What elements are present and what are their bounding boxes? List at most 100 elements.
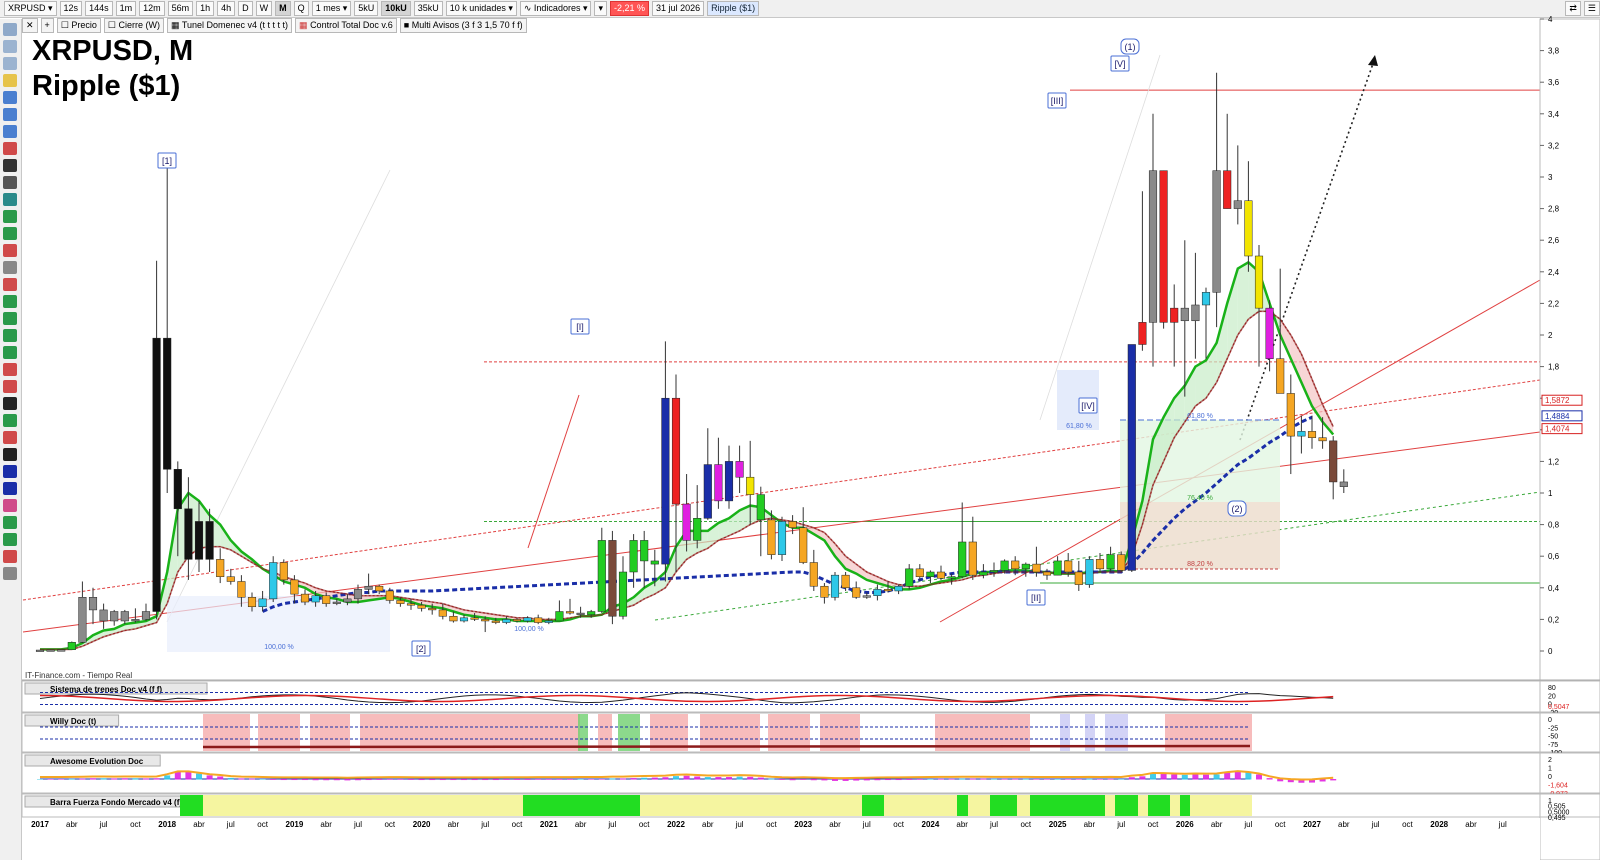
line-red-icon[interactable]: [3, 380, 17, 393]
x-tick-label: oct: [1148, 820, 1159, 829]
tf-56m[interactable]: 56m: [167, 1, 194, 16]
candle-body: [587, 611, 596, 615]
line-tool-icon[interactable]: [3, 91, 17, 104]
tf-q[interactable]: Q: [293, 1, 309, 16]
check-icon[interactable]: [3, 516, 17, 529]
ao-bar: [535, 779, 542, 780]
x-tick-label: abr: [193, 820, 205, 829]
candle: [565, 598, 575, 615]
wave-label-text: [V]: [1114, 59, 1125, 69]
tunnel-fill: [358, 595, 369, 603]
candle: [1244, 161, 1253, 272]
candle-body: [724, 461, 734, 502]
x-tick-label: abr: [66, 820, 78, 829]
price-chart[interactable]: 100,00 % 100,00 % 61,80 % 61,80 % 76,40 % 88,…: [0, 0, 1600, 860]
candle: [1011, 556, 1020, 576]
y-tick-label: 1,8: [1548, 363, 1560, 372]
tunnel-fill: [1174, 385, 1185, 438]
magnifier-icon[interactable]: [3, 57, 17, 70]
ind-tunel[interactable]: ▦ Tunel Domenec v4 (t t t t t): [166, 18, 293, 33]
candle-body: [1127, 344, 1136, 571]
hline-tool-2-icon[interactable]: [3, 227, 17, 240]
tunnel-fill: [739, 505, 751, 531]
line-black-icon[interactable]: [3, 397, 17, 410]
add-indicator-button[interactable]: +: [40, 18, 54, 33]
candle-body: [862, 595, 871, 598]
willy-line: [202, 744, 1251, 749]
warning-icon[interactable]: [3, 550, 17, 563]
tf-4h[interactable]: 4h: [217, 1, 236, 16]
x-tick-label: jul: [1116, 820, 1125, 829]
close-chart-button[interactable]: ✕: [22, 18, 38, 33]
tunnel-fill: [1195, 360, 1206, 407]
settings-icon[interactable]: [3, 567, 17, 580]
ind-multi[interactable]: ■ Multi Avisos (3 f 3 1,5 70 f f): [399, 18, 527, 33]
zoom-icon[interactable]: [3, 40, 17, 53]
tf-1h[interactable]: 1h: [196, 1, 215, 16]
tunnel-fill: [559, 617, 570, 621]
candle-body: [1106, 554, 1115, 570]
cursor-icon[interactable]: [3, 23, 17, 36]
line-green-icon[interactable]: [3, 414, 17, 427]
tf-w[interactable]: W: [255, 1, 273, 16]
line-black-2-icon[interactable]: [3, 448, 17, 461]
tunnel-fill: [1237, 262, 1249, 335]
sync-icon[interactable]: ⇄: [1565, 1, 1581, 16]
unit-select[interactable]: 10 k unidades ▾: [445, 1, 517, 16]
candle: [523, 616, 532, 623]
fib-tool-3-icon[interactable]: [3, 312, 17, 325]
tf-d[interactable]: D: [238, 1, 253, 16]
text-tool-2-icon[interactable]: [3, 193, 17, 206]
panel-scale: 0,505: [1548, 804, 1566, 811]
wave-tool-icon[interactable]: [3, 329, 17, 342]
tf-144s[interactable]: 144s: [85, 1, 113, 16]
candle: [385, 587, 394, 604]
line-pink-icon[interactable]: [3, 499, 17, 512]
unit-10ku[interactable]: 10kU: [381, 1, 411, 16]
tf-1m[interactable]: 1m: [115, 1, 137, 16]
wave-label: [IV]: [1078, 397, 1098, 414]
wave-tool-2-icon[interactable]: [3, 346, 17, 359]
alert-icon[interactable]: [3, 74, 17, 87]
ruler-icon[interactable]: [3, 261, 17, 274]
hline-tool-icon[interactable]: [3, 210, 17, 223]
unit-5ku[interactable]: 5kU: [354, 1, 379, 16]
arrow-tool-icon[interactable]: [3, 363, 17, 376]
strength-green: [990, 795, 1017, 816]
tf-12s[interactable]: 12s: [59, 1, 83, 16]
x-tick-label: abr: [320, 820, 332, 829]
symbol-select[interactable]: XRPUSD ▾: [4, 1, 57, 16]
tunnel-fill: [273, 572, 284, 582]
ind-price[interactable]: ☐ Precio: [56, 18, 101, 33]
candle-body: [1201, 292, 1211, 306]
channel-tool-icon[interactable]: [3, 108, 17, 121]
line-blue-icon[interactable]: [3, 465, 17, 478]
hline-tool-3-icon[interactable]: [3, 244, 17, 257]
tf-12m[interactable]: 12m: [139, 1, 165, 16]
period-select[interactable]: 1 mes ▾: [311, 1, 352, 16]
fib-tool-2-icon[interactable]: [3, 295, 17, 308]
unit-35ku[interactable]: 35kU: [413, 1, 443, 16]
fib-tool-icon[interactable]: [3, 278, 17, 291]
thumb-icon[interactable]: [3, 533, 17, 546]
candle-body: [1042, 571, 1052, 576]
drawing-select[interactable]: ▾: [594, 1, 608, 16]
ao-bar: [270, 779, 277, 780]
tunnel-fill: [1206, 342, 1217, 399]
rect-tool-icon[interactable]: [3, 142, 17, 155]
ind-control[interactable]: ▦ Control Total Doc v.6: [295, 18, 397, 33]
text-tool-icon[interactable]: [3, 176, 17, 189]
tunnel-fill: [506, 616, 517, 621]
ind-close[interactable]: ☐ Cierre (W): [103, 18, 164, 33]
indicators-button[interactable]: ∿ Indicadores ▾: [519, 1, 592, 16]
ao-bar: [429, 779, 436, 781]
pen-tool-icon[interactable]: [3, 159, 17, 172]
menu-icon[interactable]: ☰: [1583, 1, 1600, 16]
candle-body: [194, 521, 204, 560]
ao-bar: [1044, 779, 1050, 780]
y-tick-label: 1,6: [1548, 394, 1560, 403]
line-blue-2-icon[interactable]: [3, 482, 17, 495]
tf-m[interactable]: M: [275, 1, 291, 16]
line-red-2-icon[interactable]: [3, 431, 17, 444]
trend-tool-icon[interactable]: [3, 125, 17, 138]
